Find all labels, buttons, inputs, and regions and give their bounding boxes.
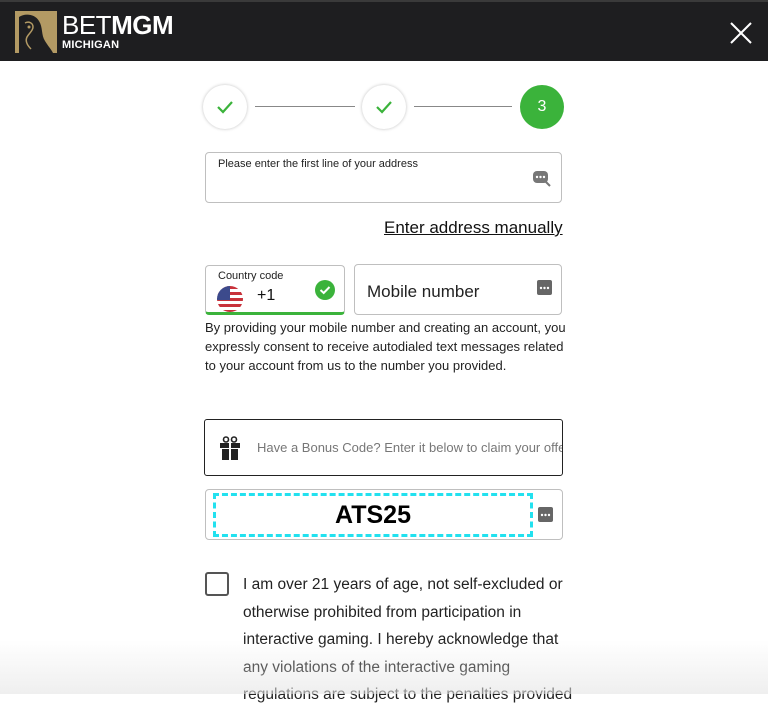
close-button[interactable]	[728, 20, 754, 46]
address-input[interactable]: Please enter the first line of your addr…	[205, 152, 562, 203]
dots-icon	[537, 280, 552, 295]
close-icon	[730, 22, 752, 44]
enter-address-manually-link[interactable]: Enter address manually	[384, 218, 563, 238]
bonus-code-input[interactable]: ATS25	[205, 489, 563, 540]
bonus-code-banner: Have a Bonus Code? Enter it below to cla…	[204, 419, 563, 476]
address-label: Please enter the first line of your addr…	[218, 158, 418, 170]
step-connector	[255, 106, 355, 107]
betmgm-lion-logo-icon	[15, 11, 57, 53]
us-flag-icon	[217, 286, 243, 312]
step-3-active: 3	[520, 85, 564, 129]
check-circle-icon	[315, 280, 335, 300]
dial-code: +1	[257, 287, 276, 304]
progress-stepper: 3	[203, 85, 565, 131]
age-confirmation-checkbox[interactable]	[205, 572, 229, 596]
search-chat-icon	[533, 171, 551, 187]
step-connector	[414, 106, 512, 107]
country-code-label: Country code	[218, 270, 284, 282]
gift-icon	[220, 436, 240, 460]
country-code-select[interactable]: Country code +1	[205, 265, 345, 315]
sms-consent-text: By providing your mobile number and crea…	[205, 320, 566, 373]
mobile-number-placeholder: Mobile number	[367, 282, 480, 301]
age-confirmation-text: I am over 21 years of age, not self-excl…	[243, 576, 573, 703]
brand-bold: MGM	[111, 10, 174, 40]
region-label: MICHIGAN	[62, 39, 120, 51]
brand-name: BETMGM	[62, 10, 174, 40]
check-icon	[376, 101, 392, 114]
bonus-code-prompt: Have a Bonus Code? Enter it below to cla…	[257, 440, 563, 455]
bonus-code-value: ATS25	[335, 501, 411, 529]
step-number: 3	[537, 98, 547, 115]
check-icon	[217, 101, 233, 114]
step-2-complete	[362, 85, 406, 129]
dots-icon	[538, 507, 553, 522]
brand-thin: BET	[62, 10, 112, 40]
step-1-complete	[203, 85, 247, 129]
mobile-number-input[interactable]: Mobile number	[354, 264, 562, 315]
top-bar: BETMGM MICHIGAN	[0, 0, 768, 61]
